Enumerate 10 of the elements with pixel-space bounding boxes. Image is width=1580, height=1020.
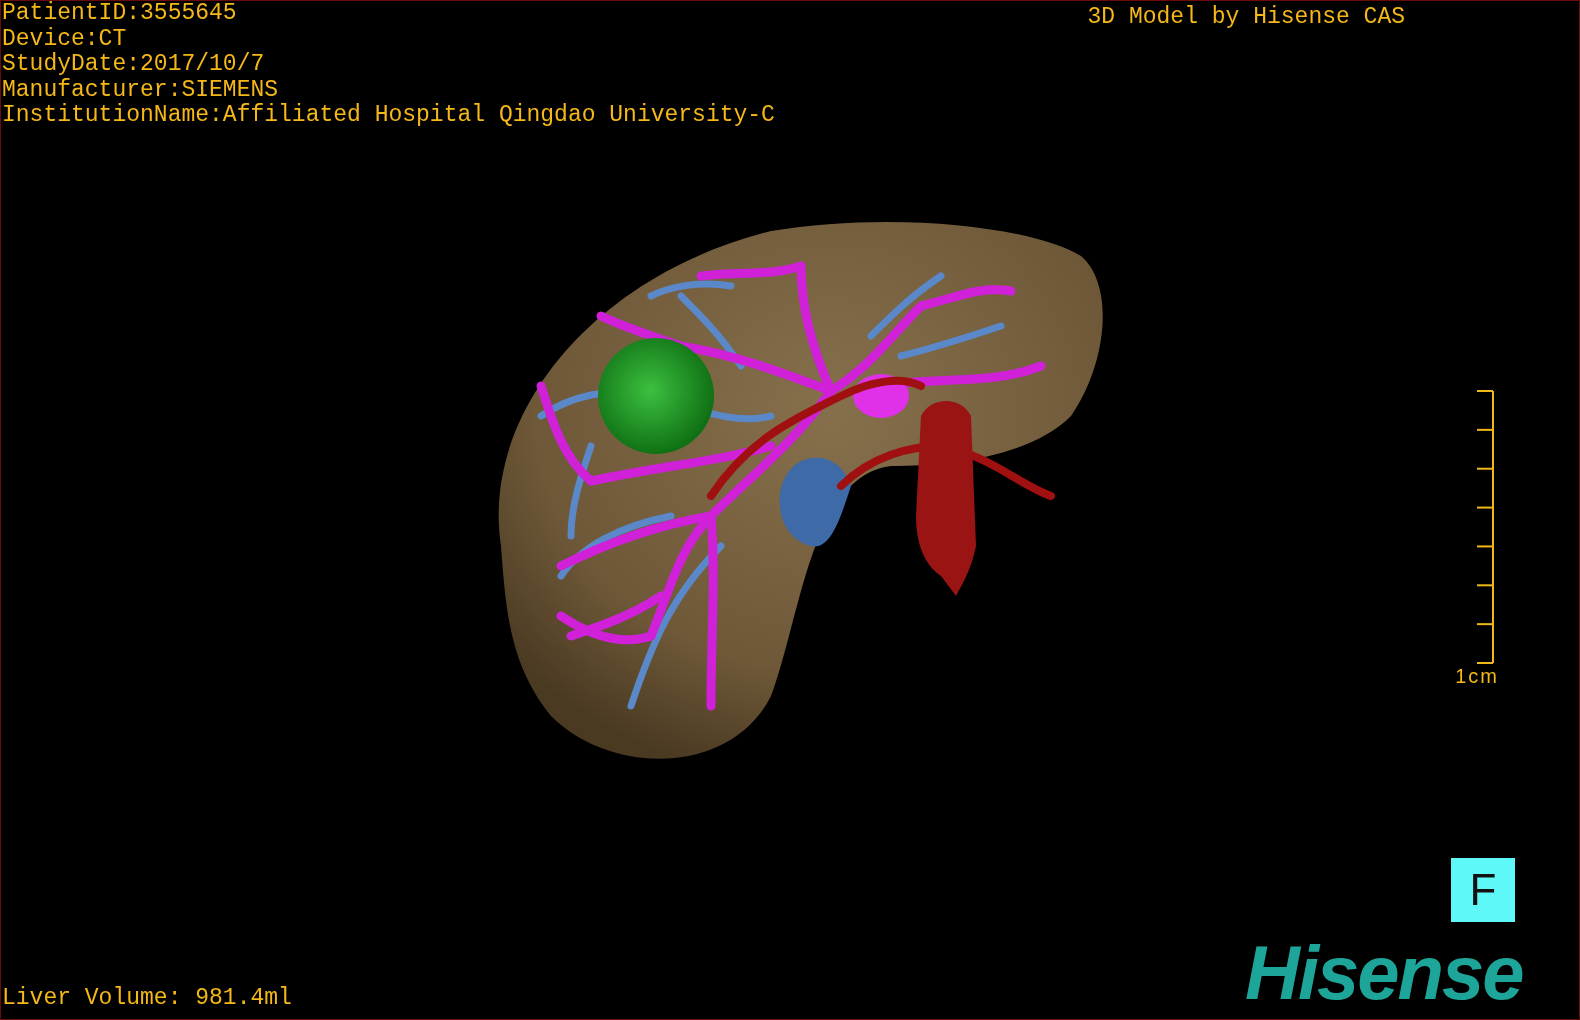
patient-info-text: Manufacturer:SIEMENS [2, 77, 280, 103]
scale-label: 1cm [1455, 665, 1499, 687]
patient-info-text: Device:CT [2, 26, 128, 52]
patient-info-text: PatientID:3555645 [2, 1, 238, 27]
viewer-title: 3D Model by Hisense CAS [1087, 3, 1405, 32]
liver-volume-text: Liver Volume: 981.4ml [2, 985, 292, 1011]
logo: Hisense [1245, 935, 1523, 1011]
patient-info-text: StudyDate:2017/10/7 [2, 52, 266, 78]
patient-info-text: InstitutionName:Affiliated Hospital Qingdao University-C [2, 103, 775, 129]
orientation-marker: F [1451, 858, 1515, 922]
